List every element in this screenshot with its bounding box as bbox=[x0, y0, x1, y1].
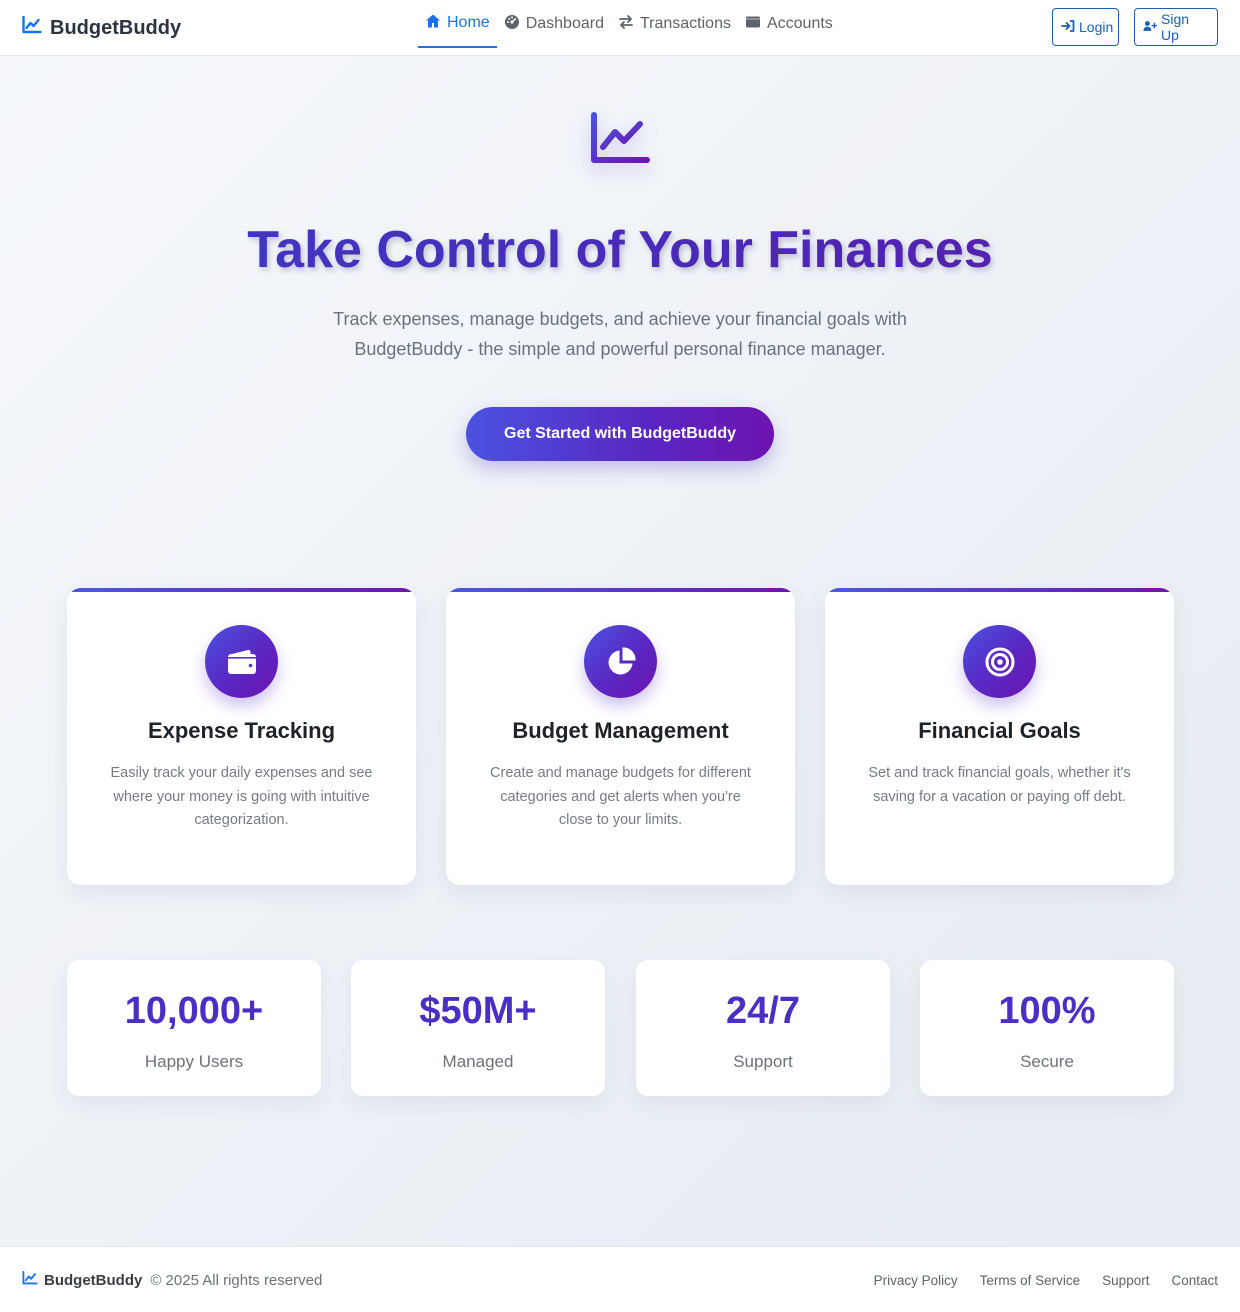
wallet-icon bbox=[745, 14, 761, 35]
nav-home[interactable]: Home bbox=[418, 0, 497, 48]
feature-card-budget-management: Budget Management Create and manage budg… bbox=[446, 588, 795, 885]
nav-home-label: Home bbox=[447, 14, 490, 31]
brand-name: BudgetBuddy bbox=[50, 16, 182, 39]
feature-title: Budget Management bbox=[512, 718, 729, 743]
footer-links: Privacy Policy Terms of Service Support … bbox=[874, 1273, 1218, 1288]
hero-title: Take Control of Your Finances bbox=[0, 220, 1240, 280]
pie-chart-icon bbox=[584, 625, 657, 698]
stat-value: 10,000+ bbox=[124, 990, 264, 1032]
sign-in-icon bbox=[1061, 19, 1075, 35]
nav-dashboard[interactable]: Dashboard bbox=[497, 0, 611, 48]
signup-label: Sign Up bbox=[1161, 11, 1190, 43]
stat-value: 100% bbox=[998, 990, 1096, 1032]
stat-card-users: 10,000+ Happy Users bbox=[67, 960, 321, 1096]
chart-line-icon bbox=[22, 1270, 38, 1289]
stat-label: Managed bbox=[442, 1052, 514, 1071]
nav-transactions-label: Transactions bbox=[639, 15, 731, 32]
stat-value: 24/7 bbox=[726, 990, 800, 1032]
chart-line-icon bbox=[588, 110, 652, 168]
target-icon bbox=[963, 625, 1036, 698]
footer-link-privacy[interactable]: Privacy Policy bbox=[874, 1273, 958, 1288]
stat-card-managed: $50M+ Managed bbox=[351, 960, 605, 1096]
footer-link-support[interactable]: Support bbox=[1102, 1273, 1149, 1288]
navbar: BudgetBuddy Home Dashboard Transactions … bbox=[0, 0, 1240, 56]
brand-logo[interactable]: BudgetBuddy bbox=[22, 14, 181, 42]
feature-description: Set and track financial goals, whether i… bbox=[868, 765, 1131, 805]
footer-brand: BudgetBuddy © 2025 All rights reserved bbox=[22, 1270, 323, 1289]
stat-card-support: 24/7 Support bbox=[636, 960, 890, 1096]
feature-description: Create and manage budgets for different … bbox=[490, 765, 751, 828]
home-icon bbox=[425, 13, 441, 34]
stat-label: Support bbox=[733, 1052, 793, 1071]
main-nav: Home Dashboard Transactions Accounts bbox=[418, 0, 840, 56]
stat-card-secure: 100% Secure bbox=[920, 960, 1174, 1096]
stat-label: Happy Users bbox=[144, 1052, 244, 1071]
nav-transactions[interactable]: Transactions bbox=[611, 0, 738, 48]
stat-value: $50M+ bbox=[419, 990, 537, 1032]
footer-link-contact[interactable]: Contact bbox=[1171, 1273, 1218, 1288]
feature-card-financial-goals: Financial Goals Set and track financial … bbox=[825, 588, 1174, 885]
dashboard-icon bbox=[504, 14, 520, 35]
footer-link-terms[interactable]: Terms of Service bbox=[980, 1273, 1081, 1288]
footer-copyright: © 2025 All rights reserved bbox=[150, 1271, 323, 1289]
user-plus-icon bbox=[1143, 19, 1158, 35]
nav-accounts-label: Accounts bbox=[766, 15, 833, 32]
stat-label: Secure bbox=[1020, 1052, 1074, 1071]
feature-description: Easily track your daily expenses and see… bbox=[110, 765, 373, 828]
signup-button[interactable]: Sign Up bbox=[1134, 8, 1218, 46]
get-started-button[interactable]: Get Started with BudgetBuddy bbox=[466, 407, 774, 461]
footer: BudgetBuddy © 2025 All rights reserved P… bbox=[0, 1246, 1240, 1312]
footer-brand-name: BudgetBuddy bbox=[44, 1271, 143, 1289]
login-button[interactable]: Login bbox=[1052, 8, 1119, 46]
feature-title: Expense Tracking bbox=[147, 718, 336, 743]
feature-title: Financial Goals bbox=[918, 718, 1081, 743]
login-label: Login bbox=[1079, 19, 1114, 35]
exchange-icon bbox=[618, 14, 634, 35]
wallet-icon bbox=[205, 625, 278, 698]
hero-subtitle: Track expenses, manage budgets, and achi… bbox=[333, 309, 907, 359]
nav-accounts[interactable]: Accounts bbox=[738, 0, 840, 48]
feature-card-expense-tracking: Expense Tracking Easily track your daily… bbox=[67, 588, 416, 885]
chart-line-icon bbox=[22, 15, 42, 40]
nav-dashboard-label: Dashboard bbox=[525, 15, 604, 32]
